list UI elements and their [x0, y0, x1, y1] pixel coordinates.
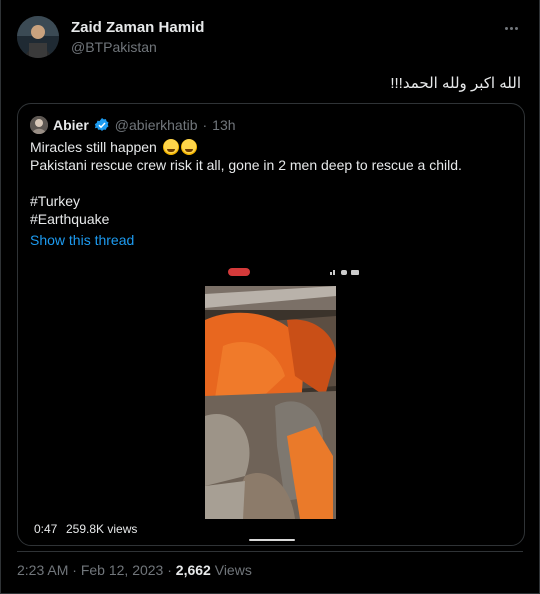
views-label: Views — [214, 562, 252, 578]
verified-badge-icon — [94, 118, 109, 131]
video-views: 259.8K views — [66, 522, 138, 536]
more-icon[interactable] — [501, 20, 521, 36]
tweet-text: الله اکبر ولله الحمد!!! — [390, 75, 521, 92]
signal-icon — [330, 270, 359, 275]
recording-indicator — [228, 268, 250, 276]
quoted-timestamp[interactable]: 13h — [212, 117, 235, 133]
hashtag-turkey[interactable]: #Turkey — [30, 192, 462, 210]
separator-dot: · — [72, 562, 77, 578]
quoted-author-name[interactable]: Abier — [53, 117, 89, 133]
quoted-line-2: Pakistani rescue crew risk it all, gone … — [30, 157, 462, 173]
tweet-footer: 2:23 AM · Feb 12, 2023 · 2,662 Views — [17, 562, 252, 578]
loudly-crying-face-emoji-icon — [180, 139, 197, 155]
author-avatar[interactable] — [17, 16, 59, 58]
phone-status-bar — [220, 264, 368, 280]
tweet-time[interactable]: 2:23 AM — [17, 562, 68, 578]
video-thumbnail[interactable] — [205, 286, 336, 519]
quoted-tweet-header: Abier @abierkhatib · 13h — [30, 115, 236, 135]
tweet-date[interactable]: Feb 12, 2023 — [81, 562, 164, 578]
views-count: 2,662 — [175, 562, 211, 578]
separator-dot: · — [167, 562, 172, 578]
show-thread-link[interactable]: Show this thread — [30, 232, 134, 248]
quoted-author-avatar[interactable] — [30, 116, 48, 134]
video-duration: 0:47 — [34, 522, 58, 536]
quoted-line-1: Miracles still happen — [30, 139, 157, 155]
quoted-tweet[interactable]: Abier @abierkhatib · 13h Miracles still … — [17, 103, 525, 546]
video-player[interactable]: 0:47 259.8K views — [30, 260, 514, 541]
separator-dot: · — [202, 117, 208, 133]
author-handle[interactable]: @BTPakistan — [71, 39, 157, 55]
tweet-container: Zaid Zaman Hamid @BTPakistan الله اکبر و… — [0, 0, 540, 594]
video-progress-bar[interactable] — [249, 539, 295, 541]
divider — [17, 551, 523, 552]
author-name[interactable]: Zaid Zaman Hamid — [71, 19, 204, 36]
hashtag-earthquake[interactable]: #Earthquake — [30, 210, 462, 228]
quoted-tweet-text: Miracles still happen Pakistani rescue c… — [30, 138, 462, 228]
loudly-crying-face-emoji-icon — [162, 139, 179, 155]
quoted-author-handle[interactable]: @abierkhatib — [115, 117, 198, 133]
